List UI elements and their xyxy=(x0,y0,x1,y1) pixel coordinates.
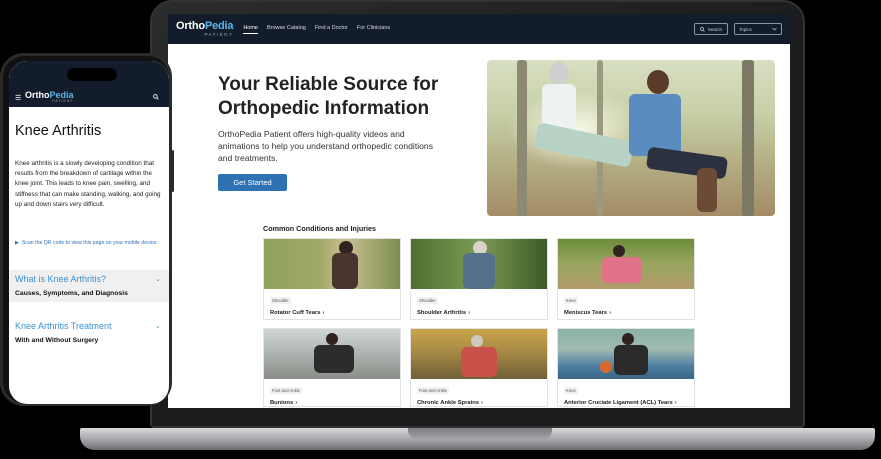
accordion-subtitle: Causes, Symptoms, and Diagnosis xyxy=(15,290,128,297)
hero-title: Your Reliable Source for Orthopedic Info… xyxy=(218,74,439,119)
hero-description: OrthoPedia Patient offers high-quality v… xyxy=(218,129,433,163)
hero-section: Your Reliable Source for Orthopedic Info… xyxy=(168,44,790,222)
card-image xyxy=(558,329,694,379)
condition-card-shoulder-arthritis[interactable]: Shoulder Shoulder Arthritis › xyxy=(410,238,548,320)
phone-screen: ☰ OrthoPedia PATIENT Knee Arthritis Knee… xyxy=(9,61,169,404)
card-image xyxy=(558,239,694,289)
condition-card-bunions[interactable]: Foot and Ankle Bunions › xyxy=(263,328,401,407)
card-image xyxy=(411,239,547,289)
laptop-notch xyxy=(408,428,552,440)
mobile-page-title: Knee Arthritis xyxy=(15,123,102,139)
phone-frame: ☰ OrthoPedia PATIENT Knee Arthritis Knee… xyxy=(0,53,172,406)
dynamic-island xyxy=(67,68,117,81)
condition-card-acl-tears[interactable]: Knee Anterior Cruciate Ligament (ACL) Te… xyxy=(557,328,695,407)
topics-dropdown[interactable]: Topics xyxy=(734,23,782,35)
site-header: OrthoPedia PATIENT Home Browse Catalog F… xyxy=(168,14,790,44)
hero-image xyxy=(487,60,775,216)
condition-card-meniscus-tears[interactable]: Knee Meniscus Tears › xyxy=(557,238,695,320)
card-title: Rotator Cuff Tears › xyxy=(270,310,325,316)
site-logo[interactable]: OrthoPedia PATIENT xyxy=(176,20,234,38)
card-title: Bunions › xyxy=(270,400,298,406)
card-image xyxy=(411,329,547,379)
condition-card-chronic-ankle-sprains[interactable]: Foot and Ankle Chronic Ankle Sprains › xyxy=(410,328,548,407)
card-title: Anterior Cruciate Ligament (ACL) Tears › xyxy=(564,400,677,406)
main-nav: Home Browse Catalog Find a Doctor For Cl… xyxy=(243,25,390,34)
mobile-logo[interactable]: OrthoPedia PATIENT xyxy=(25,91,74,104)
mobile-header: ☰ OrthoPedia PATIENT xyxy=(9,61,169,107)
card-image xyxy=(264,329,400,379)
card-title: Chronic Ankle Sprains › xyxy=(417,400,483,406)
hamburger-menu-icon[interactable]: ☰ xyxy=(15,94,21,102)
card-tag: Shoulder xyxy=(417,297,438,304)
mobile-intro-text: Knee arthritis is a slowly developing co… xyxy=(15,160,161,208)
accordion-subtitle: With and Without Surgery xyxy=(15,337,99,344)
nav-for-clinicians[interactable]: For Clinicians xyxy=(357,25,390,34)
accordion-heading-what-is[interactable]: What is Knee Arthritis? xyxy=(15,274,106,284)
card-title: Shoulder Arthritis › xyxy=(417,310,470,316)
condition-card-rotator-cuff-tears[interactable]: Shoulder Rotator Cuff Tears › xyxy=(263,238,401,320)
card-tag: Foot and Ankle xyxy=(270,387,302,394)
conditions-grid: Shoulder Rotator Cuff Tears › Shoulder Sh… xyxy=(263,238,696,407)
nav-browse-catalog[interactable]: Browse Catalog xyxy=(267,25,306,34)
qr-note[interactable]: ▶ Scan the QR code to view this page on … xyxy=(15,238,165,248)
laptop-screen: OrthoPedia PATIENT Home Browse Catalog F… xyxy=(168,14,790,408)
card-image xyxy=(264,239,400,289)
card-tag: Foot and Ankle xyxy=(417,387,449,394)
chevron-down-icon[interactable]: ⌄ xyxy=(155,275,161,283)
search-icon xyxy=(699,26,705,32)
section-title: Common Conditions and Injuries xyxy=(263,224,377,233)
chevron-down-icon[interactable]: ⌄ xyxy=(155,322,161,330)
nav-home[interactable]: Home xyxy=(243,25,258,34)
nav-find-a-doctor[interactable]: Find a Doctor xyxy=(315,25,348,34)
card-tag: Shoulder xyxy=(270,297,291,304)
search-icon[interactable] xyxy=(153,94,159,100)
play-icon: ▶ xyxy=(15,240,19,246)
accordion-heading-treatment[interactable]: Knee Arthritis Treatment xyxy=(15,321,112,331)
get-started-button[interactable]: Get Started xyxy=(218,174,287,191)
card-tag: Knee xyxy=(564,387,578,394)
phone-side-button xyxy=(171,150,174,192)
card-tag: Knee xyxy=(564,297,578,304)
card-title: Meniscus Tears › xyxy=(564,310,612,316)
chevron-down-icon xyxy=(772,27,777,31)
search-button[interactable]: Search xyxy=(693,23,728,35)
